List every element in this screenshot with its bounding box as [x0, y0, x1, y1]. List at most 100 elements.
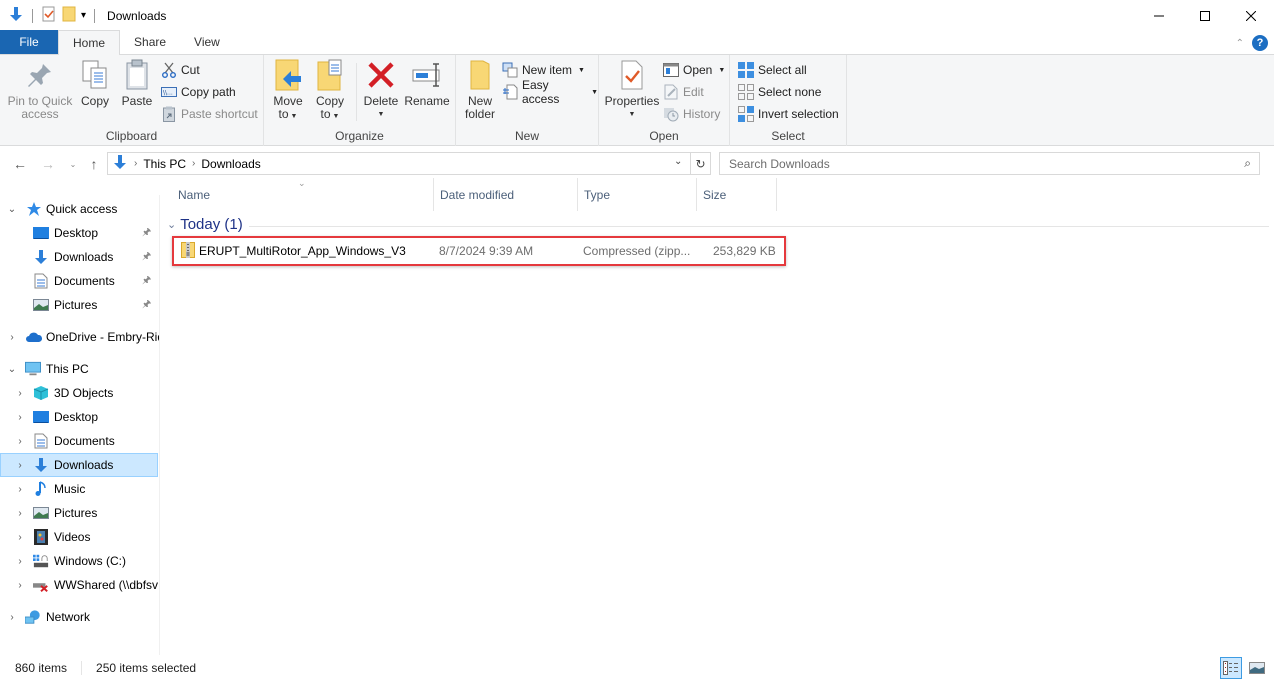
easy-access-button[interactable]: Easy access ▼	[502, 78, 598, 106]
tab-view[interactable]: View	[180, 30, 234, 54]
sidebar-item-wwshared[interactable]: › WWShared (\\dbfsv	[0, 573, 158, 597]
edit-button[interactable]: Edit	[663, 82, 704, 102]
sidebar-item-downloads[interactable]: › Downloads	[0, 453, 158, 477]
sidebar-item-qa-documents[interactable]: Documents 🖈	[0, 269, 158, 293]
move-to-button[interactable]: Move to ▼	[270, 59, 306, 123]
tab-share[interactable]: Share	[120, 30, 180, 54]
history-icon	[663, 106, 679, 122]
chevron-right-icon[interactable]: ›	[14, 436, 26, 447]
sidebar-item-videos[interactable]: › Videos	[0, 525, 158, 549]
breadcrumb-this-pc[interactable]: This PC	[143, 157, 186, 171]
refresh-button[interactable]: ↻	[691, 152, 711, 175]
chevron-down-icon[interactable]: ⌄	[167, 218, 176, 231]
new-folder-qat-icon[interactable]	[61, 6, 77, 25]
maximize-button[interactable]	[1182, 0, 1228, 31]
file-row[interactable]: ERUPT_MultiRotor_App_Windows_V3 8/7/2024…	[172, 236, 786, 266]
sidebar-item-this-pc[interactable]: ⌄ This PC	[0, 357, 158, 381]
sidebar-item-windows-c[interactable]: › Windows (C:)	[0, 549, 158, 573]
paste-button[interactable]: Paste	[118, 59, 156, 108]
sidebar-item-desktop[interactable]: › Desktop	[0, 405, 158, 429]
large-icons-view-button[interactable]	[1246, 657, 1268, 679]
details-view-button[interactable]	[1220, 657, 1242, 679]
delete-button[interactable]: Delete ▼	[361, 59, 401, 121]
sidebar-item-documents[interactable]: › Documents	[0, 429, 158, 453]
close-button[interactable]	[1228, 0, 1274, 31]
chevron-right-icon[interactable]: ›	[14, 484, 26, 495]
group-header-today[interactable]: ⌄ Today (1)	[167, 216, 243, 233]
properties-button[interactable]: Properties ▼	[603, 59, 661, 121]
desktop-icon	[33, 225, 49, 241]
pin-to-quick-access-button[interactable]: Pin to Quick access	[6, 59, 74, 121]
sidebar-item-quick-access[interactable]: ⌄ Quick access	[0, 197, 158, 221]
search-icon[interactable]: ⌕	[1244, 156, 1251, 171]
copy-icon	[79, 59, 111, 91]
chevron-right-icon[interactable]: ›	[6, 612, 18, 623]
properties-qat-icon[interactable]	[41, 6, 57, 25]
divider	[32, 8, 33, 23]
open-group: Properties ▼ Open ▼ Edit History Open	[599, 55, 730, 146]
forward-button[interactable]: →	[39, 154, 57, 174]
invert-selection-button[interactable]: Invert selection	[738, 104, 839, 124]
pin-icon	[24, 59, 56, 91]
up-button[interactable]: ↑	[85, 154, 103, 174]
copy-button[interactable]: Copy	[77, 59, 113, 108]
breadcrumb-separator[interactable]: ›	[134, 158, 137, 169]
network-icon	[25, 609, 41, 625]
chevron-down-icon[interactable]: ⌄	[6, 204, 18, 215]
help-icon[interactable]: ?	[1252, 35, 1268, 51]
sidebar-item-3d-objects[interactable]: › 3D Objects	[0, 381, 158, 405]
sidebar-item-onedrive[interactable]: › OneDrive - Embry-Riddle	[0, 325, 159, 349]
chevron-right-icon[interactable]: ›	[14, 508, 26, 519]
delete-x-icon	[365, 59, 397, 91]
column-header-size[interactable]: Size	[697, 178, 777, 211]
file-type: Compressed (zipp...	[583, 244, 691, 258]
chevron-right-icon[interactable]: ›	[14, 388, 26, 399]
chevron-right-icon[interactable]: ›	[6, 332, 18, 343]
address-history-dropdown[interactable]: ⌄	[674, 156, 682, 167]
collapse-ribbon-icon[interactable]: ⌃	[1236, 38, 1244, 49]
customize-qat-icon[interactable]: ▾	[81, 10, 86, 21]
new-item-button[interactable]: New item ▼	[502, 60, 585, 80]
select-group-label: Select	[771, 129, 805, 143]
select-all-button[interactable]: Select all	[738, 60, 807, 80]
column-header-date-modified[interactable]: Date modified	[434, 178, 578, 211]
chevron-down-icon[interactable]: ⌄	[6, 364, 18, 375]
ribbon: Pin to Quick access Copy Paste Cut \\...	[0, 55, 1274, 146]
chevron-right-icon[interactable]: ›	[14, 460, 26, 471]
search-input[interactable]: Search Downloads ⌕	[719, 152, 1260, 175]
history-button[interactable]: History	[663, 104, 720, 124]
breadcrumb-downloads[interactable]: Downloads	[201, 157, 260, 171]
tab-home[interactable]: Home	[58, 30, 121, 55]
new-folder-button[interactable]: New folder	[462, 59, 498, 121]
select-group: Select all Select none Invert selection …	[730, 55, 847, 146]
sidebar-item-qa-desktop[interactable]: Desktop 🖈	[0, 221, 158, 245]
recent-locations-button[interactable]: ⌄	[64, 154, 82, 174]
column-header-type[interactable]: Type	[578, 178, 697, 211]
divider	[81, 660, 83, 675]
copy-to-button[interactable]: Copy to ▼	[312, 59, 348, 123]
sidebar-item-qa-pictures[interactable]: Pictures 🖈	[0, 293, 158, 317]
paste-shortcut-button[interactable]: Paste shortcut	[161, 104, 258, 124]
minimize-button[interactable]	[1136, 0, 1182, 31]
address-bar[interactable]: › This PC › Downloads	[107, 152, 691, 175]
sidebar-item-network[interactable]: › Network	[0, 605, 158, 629]
sidebar-item-music[interactable]: › Music	[0, 477, 158, 501]
chevron-right-icon[interactable]: ›	[14, 556, 26, 567]
breadcrumb-separator[interactable]: ›	[192, 158, 195, 169]
tab-file[interactable]: File	[0, 30, 58, 54]
copy-path-button[interactable]: \\... Copy path	[161, 82, 236, 102]
select-none-button[interactable]: Select none	[738, 82, 821, 102]
sidebar-item-pictures[interactable]: › Pictures	[0, 501, 158, 525]
sidebar-item-qa-downloads[interactable]: Downloads 🖈	[0, 245, 158, 269]
back-button[interactable]: ←	[11, 154, 29, 174]
scissors-icon	[161, 62, 177, 78]
chevron-right-icon[interactable]: ›	[14, 412, 26, 423]
cut-button[interactable]: Cut	[161, 60, 200, 80]
selected-count: 250 items selected	[96, 660, 197, 675]
downloads-icon	[33, 249, 49, 265]
open-button[interactable]: Open ▼	[663, 60, 725, 80]
move-to-icon	[272, 59, 304, 91]
chevron-right-icon[interactable]: ›	[14, 580, 26, 591]
rename-button[interactable]: Rename	[404, 59, 450, 108]
chevron-right-icon[interactable]: ›	[14, 532, 26, 543]
